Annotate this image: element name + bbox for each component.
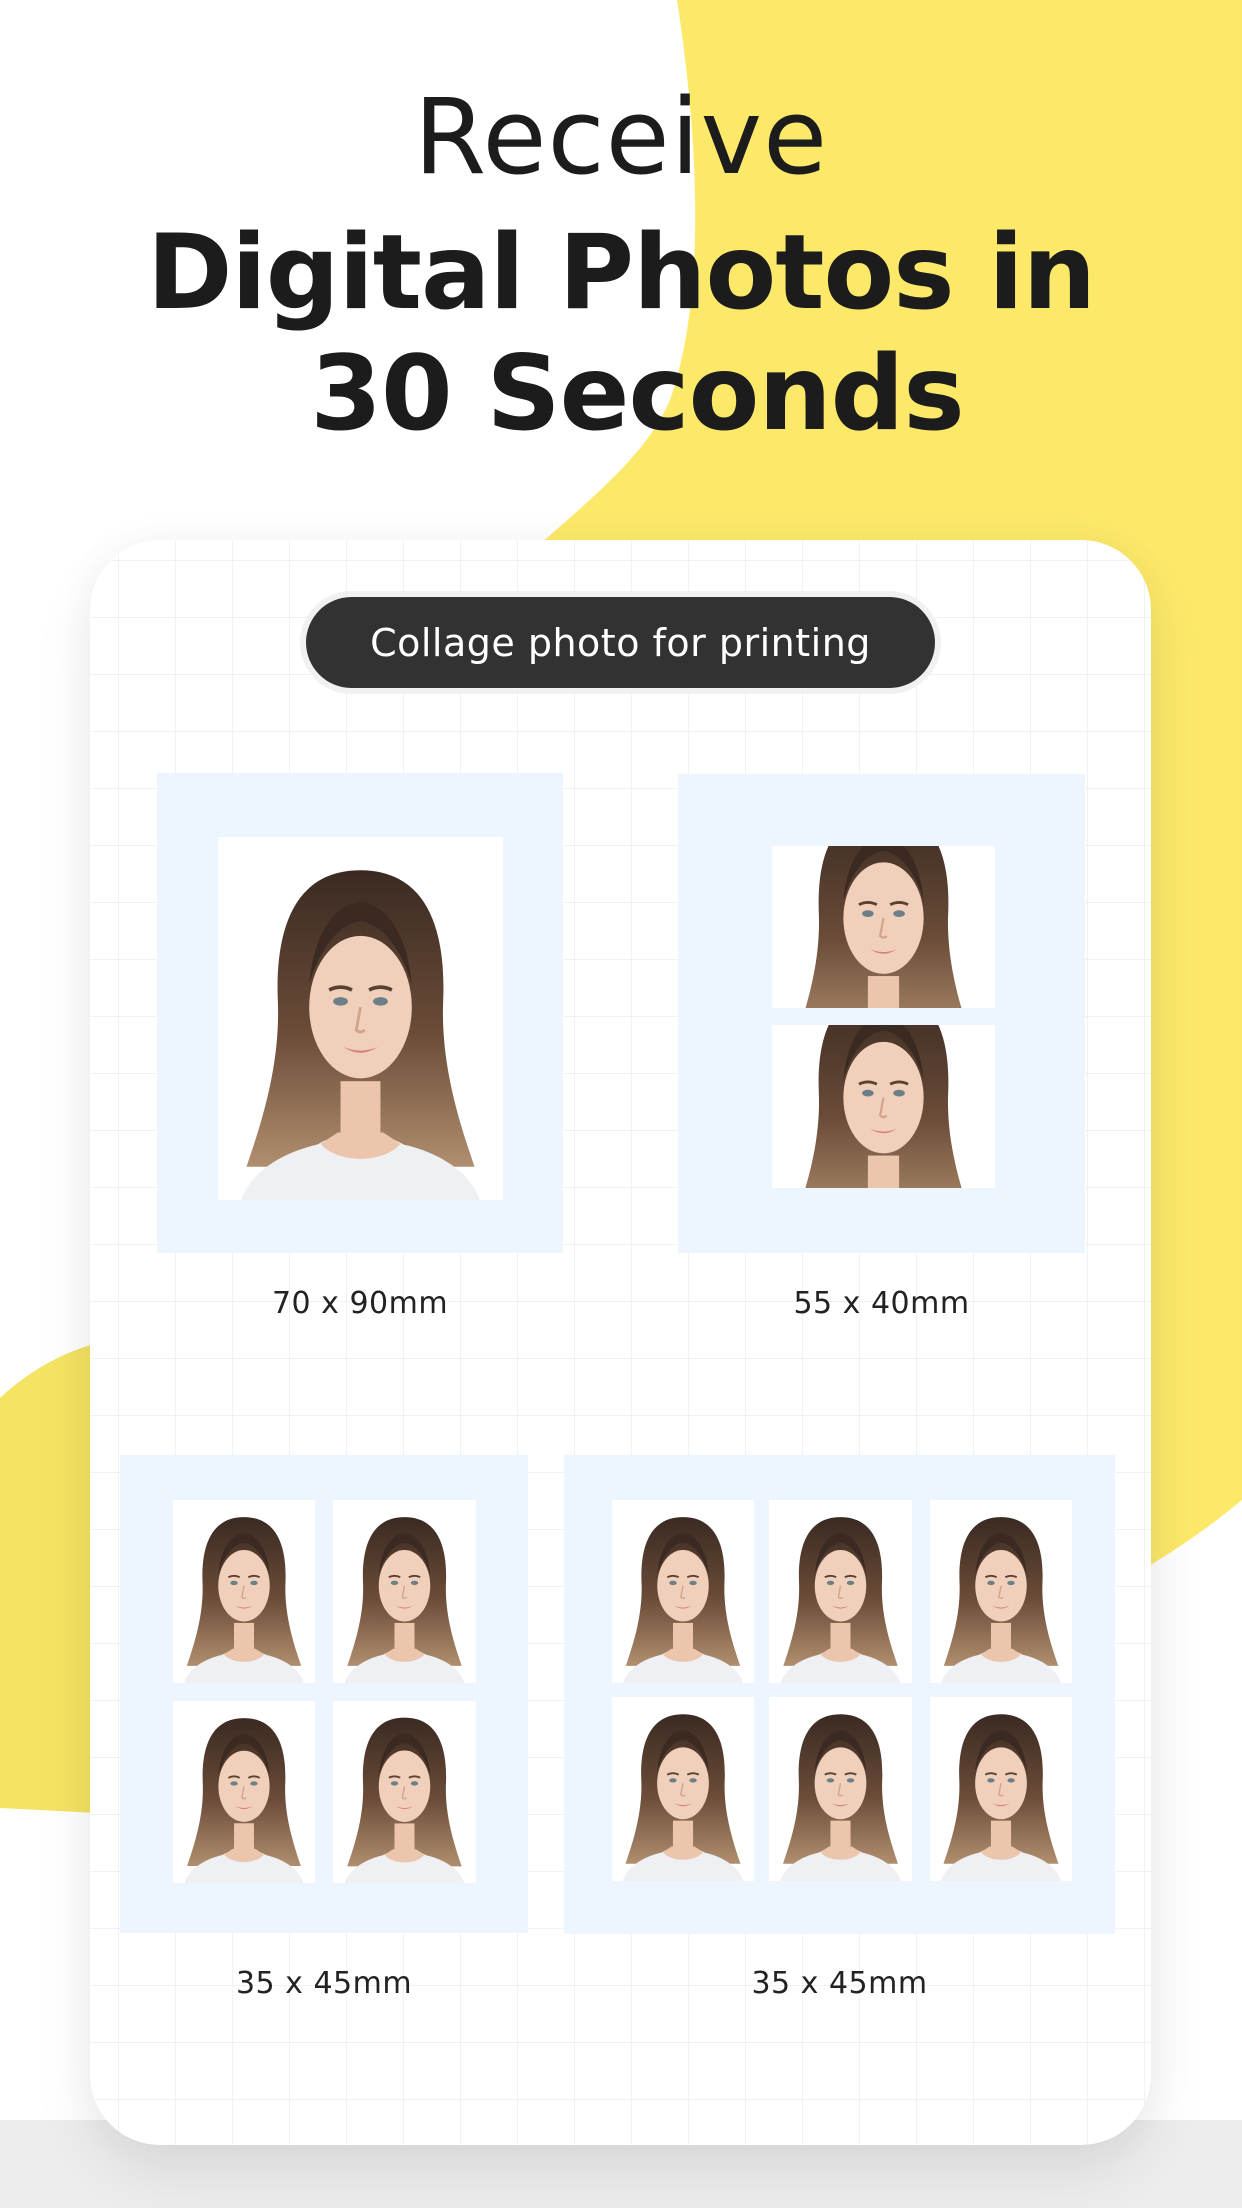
portrait-photo (333, 1701, 476, 1883)
layout-55x40-size-label: 55 x 40mm (793, 1286, 970, 1321)
portrait-photo (930, 1500, 1072, 1683)
portrait-photo (218, 837, 503, 1200)
headline-line-2: Digital Photos in (146, 213, 1096, 333)
portrait-photo (772, 1025, 995, 1188)
portrait-photo (612, 1500, 754, 1683)
portrait-photo (333, 1500, 476, 1683)
headline-line-3: 30 Seconds (310, 334, 964, 454)
headline-line-1: Receive (413, 76, 829, 198)
portrait-photo (612, 1697, 754, 1881)
portrait-photo (772, 846, 995, 1008)
portrait-photo (173, 1701, 315, 1883)
layout-35x45-4up-size-label: 35 x 45mm (235, 1966, 413, 2001)
portrait-photo (769, 1697, 912, 1881)
layout-70x90-size-label: 70 x 90mm (271, 1286, 449, 1321)
portrait-photo (930, 1697, 1072, 1881)
collage-photo-for-printing-button[interactable]: Collage photo for printing (306, 597, 935, 688)
portrait-photo (173, 1500, 315, 1683)
layout-35x45-6up-size-label: 35 x 45mm (751, 1966, 928, 2001)
portrait-photo (769, 1500, 912, 1683)
